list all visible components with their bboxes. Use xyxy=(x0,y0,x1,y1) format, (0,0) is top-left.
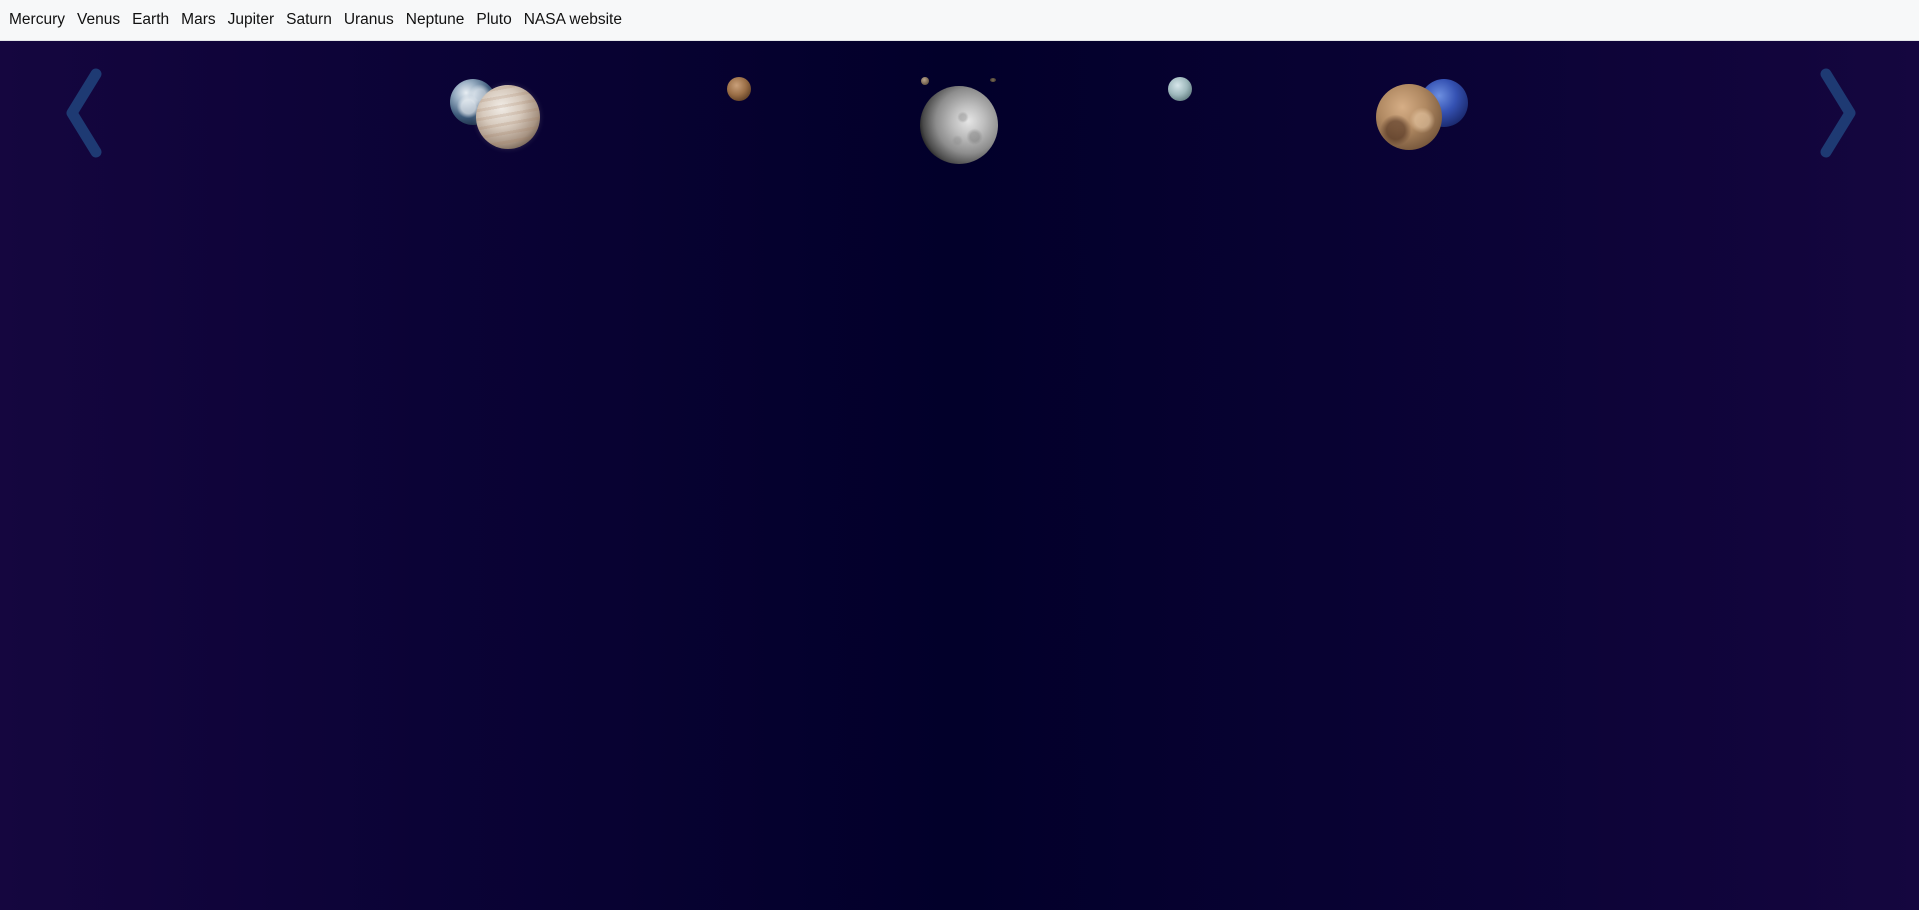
previous-button[interactable] xyxy=(58,68,114,158)
small-moon-image xyxy=(921,77,929,85)
nav-link-venus[interactable]: Venus xyxy=(77,11,120,29)
nav-link-mars[interactable]: Mars xyxy=(181,11,215,29)
nav-link-uranus[interactable]: Uranus xyxy=(344,11,394,29)
uranus-planet-image[interactable] xyxy=(1168,77,1192,101)
chevron-right-icon xyxy=(1820,68,1856,158)
mars-planet-image[interactable] xyxy=(727,77,751,101)
nav-link-earth[interactable]: Earth xyxy=(132,11,169,29)
chevron-left-icon xyxy=(66,68,102,158)
nav-link-mercury[interactable]: Mercury xyxy=(9,11,65,29)
mercury-planet-image[interactable] xyxy=(920,86,998,164)
nav-link-jupiter[interactable]: Jupiter xyxy=(228,11,275,29)
nav-link-nasa-website[interactable]: NASA website xyxy=(524,11,622,29)
nav-link-saturn[interactable]: Saturn xyxy=(286,11,332,29)
nav-link-neptune[interactable]: Neptune xyxy=(406,11,465,29)
jupiter-planet-image[interactable] xyxy=(476,85,540,149)
nav-link-pluto[interactable]: Pluto xyxy=(476,11,511,29)
small-moon-image xyxy=(990,78,996,82)
planet-carousel xyxy=(0,41,1919,910)
pluto-planet-image[interactable] xyxy=(1376,84,1442,150)
top-navigation: Mercury Venus Earth Mars Jupiter Saturn … xyxy=(0,0,1919,41)
next-button[interactable] xyxy=(1808,68,1864,158)
